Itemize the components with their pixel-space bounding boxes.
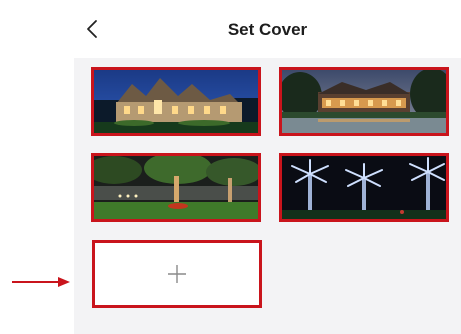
- header-bar: Set Cover: [74, 0, 461, 58]
- cover-image-stone-house[interactable]: [91, 67, 261, 136]
- arrow-right-icon: [12, 277, 70, 287]
- add-cover-button[interactable]: [92, 240, 262, 308]
- page-title: Set Cover: [227, 20, 308, 39]
- garden-photo: [94, 156, 258, 219]
- stone-house-photo: [94, 70, 258, 133]
- cover-image-palms[interactable]: [279, 153, 449, 222]
- palms-photo: [282, 156, 446, 219]
- cover-image-estate[interactable]: [279, 67, 449, 136]
- estate-photo: [282, 70, 446, 133]
- plus-icon: [168, 265, 186, 283]
- set-cover-screen: Set Cover: [74, 0, 461, 334]
- cover-image-garden[interactable]: [91, 153, 261, 222]
